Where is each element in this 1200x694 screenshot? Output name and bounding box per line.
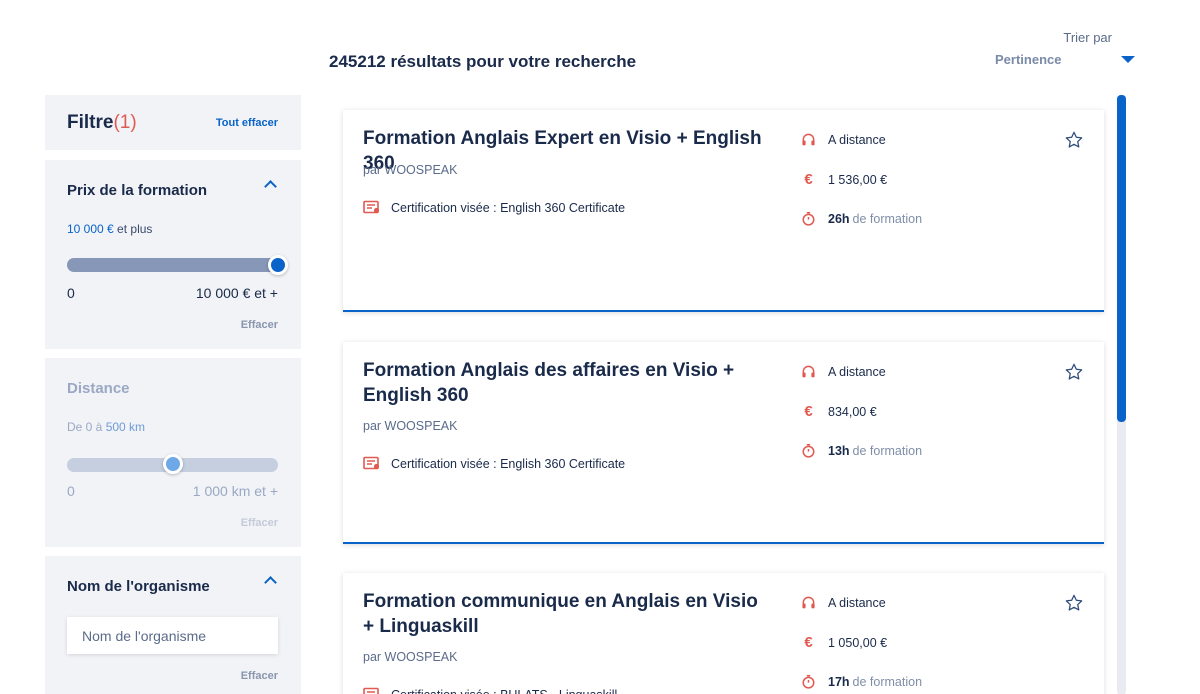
stopwatch-icon [801,674,816,689]
distance-range-value: 500 km [105,420,146,434]
euro-icon: € [804,171,813,188]
result-card[interactable]: Formation Anglais des affaires en Visio … [343,342,1104,544]
organisme-search-input[interactable] [67,617,278,654]
card-mode: A distance [801,595,886,610]
price-slider-max-label: 10 000 € et + [195,285,278,301]
card-mode-text: A distance [828,132,886,147]
card-duration-suffix: de formation [852,211,923,226]
price-clear-button[interactable]: Effacer [241,319,278,331]
card-mode: A distance [801,364,886,379]
sort-control: Trier par Pertinence [995,30,1135,67]
euro-icon: € [804,403,813,420]
card-provider: par WOOSPEAK [363,650,458,664]
clear-all-filters-button[interactable]: Tout effacer [216,117,278,129]
card-duration-suffix: de formation [852,443,923,458]
card-mode-text: A distance [828,364,886,379]
price-filter-title: Prix de la formation [67,182,208,199]
chevron-up-icon[interactable] [264,576,277,589]
card-duration: 13h de formation [801,443,922,458]
organisme-clear-button[interactable]: Effacer [241,670,278,682]
results-scrollbar-thumb[interactable] [1117,95,1126,422]
distance-range-prefix: De 0 à [67,420,106,434]
price-filter-panel: Prix de la formation 10 000 € et plus 0 … [45,160,301,349]
star-icon[interactable] [1064,130,1084,155]
card-duration-hours: 17h [828,674,850,689]
distance-slider-max-label: 1 000 km et + [192,483,278,499]
organisme-filter-title: Nom de l'organisme [67,578,210,595]
price-range-suffix: et plus [113,222,153,236]
card-certification: Certification visée : BULATS - Linguaski… [363,687,617,694]
card-duration-hours: 26h [828,211,850,226]
sort-select[interactable]: Pertinence [995,52,1135,67]
card-certification: Certification visée : English 360 Certif… [363,200,625,215]
card-price-text: 1 536,00 € [828,172,888,187]
card-price-text: 834,00 € [828,404,877,419]
card-certification-text: Certification visée : BULATS - Linguaski… [391,688,617,694]
filter-active-count: (1) [113,111,137,133]
distance-filter-title: Distance [67,380,130,397]
card-price: € 1 536,00 € [801,172,887,187]
distance-filter-panel: Distance De 0 à 500 km 0 1 000 km et + E… [45,358,301,547]
distance-range-text: De 0 à 500 km [67,420,145,434]
price-slider-thumb[interactable] [268,255,288,275]
filter-title-label: Filtre [67,111,114,133]
sort-value: Pertinence [995,52,1062,67]
price-range-value: 10 000 € [67,222,114,236]
card-certification-text: Certification visée : English 360 Certif… [391,456,626,471]
card-duration-suffix: de formation [852,674,923,689]
price-slider-min-label: 0 [67,285,75,301]
card-certification: Certification visée : English 360 Certif… [363,456,625,471]
caret-down-icon [1121,56,1135,63]
stopwatch-icon [801,443,816,458]
card-provider: par WOOSPEAK [363,419,458,433]
euro-icon: € [804,634,813,651]
organisme-filter-panel: Nom de l'organisme Effacer [45,556,301,694]
card-title[interactable]: Formation Anglais des affaires en Visio … [363,358,773,408]
card-price-text: 1 050,00 € [828,635,888,650]
stopwatch-icon [801,211,816,226]
certificate-icon [363,200,381,215]
star-icon[interactable] [1064,362,1084,387]
card-provider: par WOOSPEAK [363,163,458,177]
distance-clear-button[interactable]: Effacer [241,517,278,529]
sort-label: Trier par [1063,30,1112,45]
card-duration-hours: 13h [828,443,850,458]
card-mode-text: A distance [828,595,886,610]
certificate-icon [363,687,381,694]
headphones-icon [801,595,816,610]
card-duration: 26h de formation [801,211,922,226]
result-card[interactable]: Formation communique en Anglais en Visio… [343,573,1104,694]
card-mode: A distance [801,132,886,147]
headphones-icon [801,364,816,379]
card-certification-text: Certification visée : English 360 Certif… [391,200,626,215]
card-title[interactable]: Formation communique en Anglais en Visio… [363,589,773,639]
card-price: € 1 050,00 € [801,635,887,650]
results-count: 245212 résultats pour votre recherche [329,52,637,71]
price-range-text: 10 000 € et plus [67,222,152,236]
price-slider-track[interactable] [67,258,278,272]
card-price: € 834,00 € [801,403,877,420]
star-icon[interactable] [1064,593,1084,618]
certificate-icon [363,456,381,471]
filter-title: Filtre(1) [67,112,137,134]
distance-slider-thumb[interactable] [162,454,183,474]
result-card[interactable]: Formation Anglais Expert en Visio + Engl… [343,110,1104,312]
chevron-up-icon[interactable] [264,180,277,193]
card-duration: 17h de formation [801,674,922,689]
filter-header: Filtre(1) Tout effacer [45,95,301,150]
headphones-icon [801,132,816,147]
distance-slider-min-label: 0 [67,483,75,499]
